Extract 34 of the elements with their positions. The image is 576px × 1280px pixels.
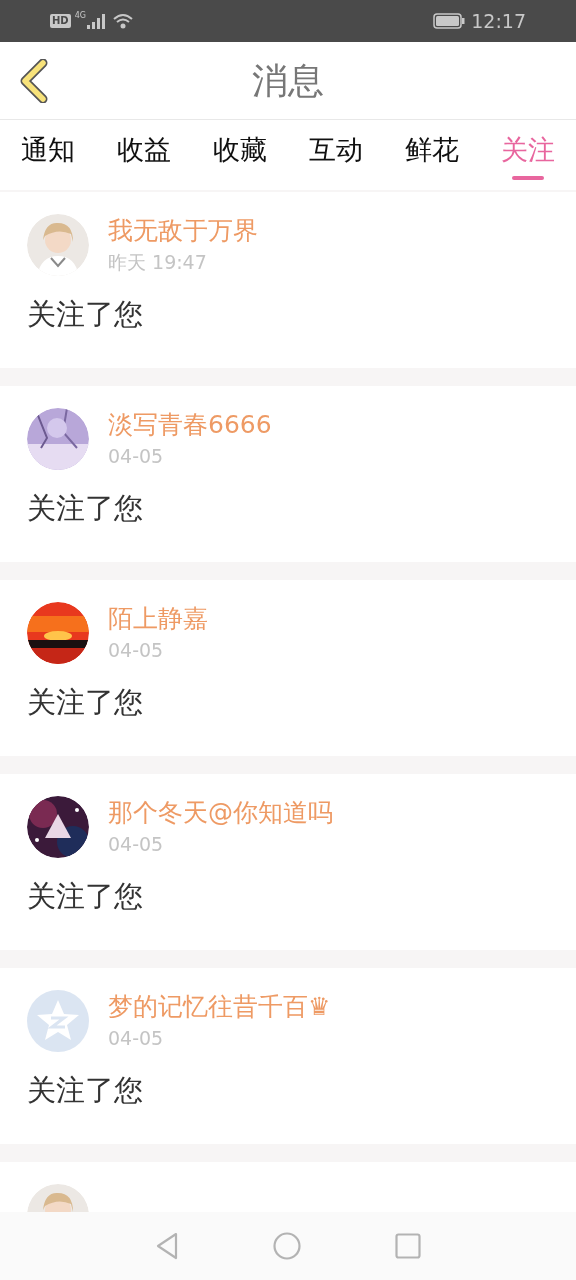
- message-text: 关注了您: [27, 1072, 144, 1109]
- message-time: 昨天 19:47: [108, 250, 208, 275]
- star-avatar-icon: [27, 990, 89, 1052]
- message-time: 04-05: [108, 638, 165, 663]
- message-time: 04-05: [108, 1026, 165, 1051]
- message-text: 关注了您: [27, 490, 144, 527]
- back-icon: [19, 59, 49, 103]
- tab[interactable]: 互动: [288, 120, 384, 190]
- message-text: 关注了您: [27, 296, 144, 333]
- tab-indicator: [512, 176, 544, 180]
- page-title: 消息: [252, 58, 324, 103]
- signal-icon: [86, 13, 107, 29]
- tab[interactable]: 通知: [0, 120, 96, 190]
- tab[interactable]: 鲜花: [384, 120, 480, 190]
- recents-icon[interactable]: [395, 1233, 421, 1259]
- message-time: 04-05: [108, 832, 165, 857]
- message-text: 关注了您: [27, 878, 144, 915]
- back-button[interactable]: [18, 58, 50, 104]
- wifi-icon: [112, 13, 133, 29]
- tab[interactable]: 收益: [96, 120, 192, 190]
- message-text: 关注了您: [27, 684, 144, 721]
- clock: 12:17: [471, 8, 526, 34]
- message-card[interactable]: 淡写青春6666 04-05 关注了您: [0, 386, 576, 562]
- tab[interactable]: 收藏: [192, 120, 288, 190]
- message-card[interactable]: 我无敌于万界 昨天 19:47 关注了您: [0, 192, 576, 368]
- hd-icon: HD: [50, 14, 71, 28]
- battery-icon: [433, 13, 466, 29]
- message-card[interactable]: 陌上静嘉 04-05 关注了您: [0, 580, 576, 756]
- back-nav-icon[interactable]: [155, 1232, 179, 1260]
- message-card[interactable]: 那个冬天@你知道吗 04-05 关注了您: [0, 774, 576, 950]
- message-card[interactable]: 梦的记忆往昔千百♛ 04-05 关注了您: [0, 968, 576, 1144]
- message-time: 04-05: [108, 444, 165, 469]
- home-icon[interactable]: [273, 1232, 301, 1260]
- network-label: 4G: [74, 12, 86, 20]
